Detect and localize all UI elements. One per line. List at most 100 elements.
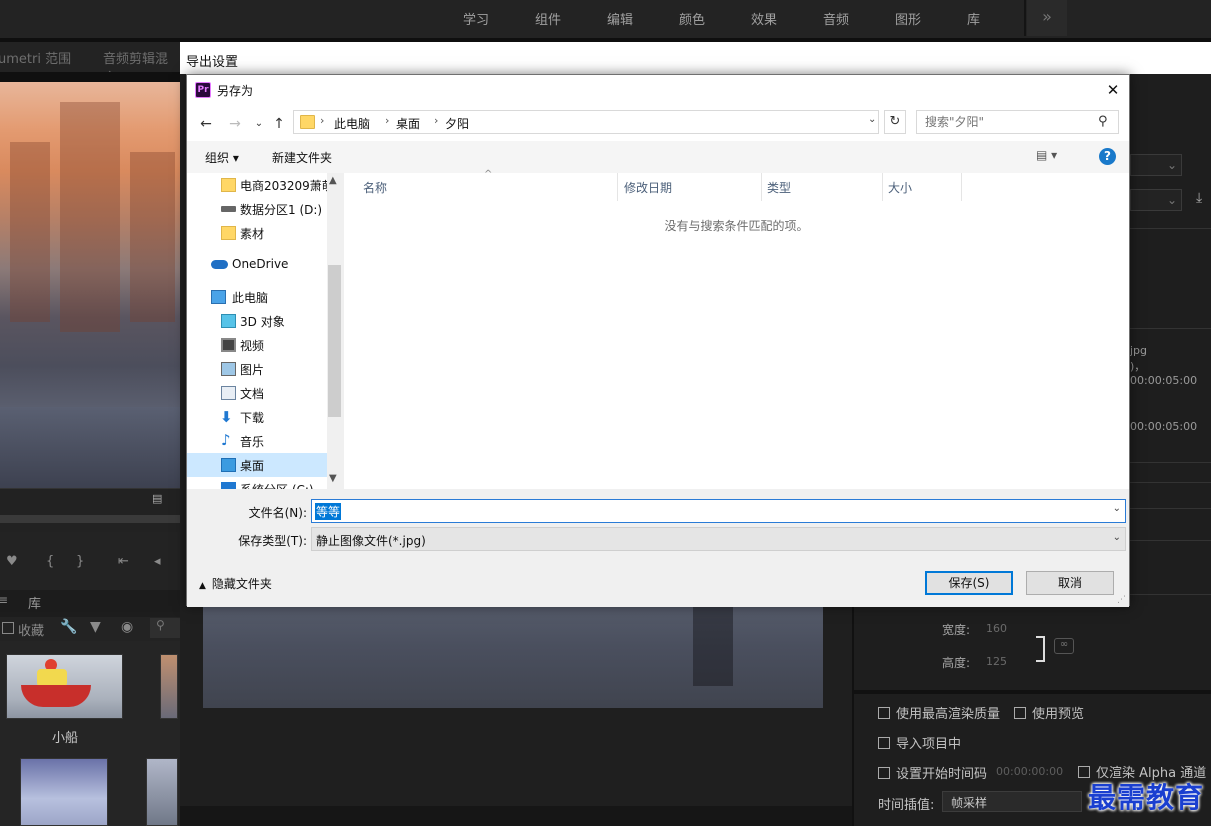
breadcrumb-sunset[interactable]: 夕阳 [445, 115, 469, 132]
resize-grip-icon[interactable]: ⋰ [1117, 595, 1126, 605]
workspace-tab-assembly[interactable]: 组件 [535, 9, 561, 28]
nav-item-desktop[interactable]: 桌面 [187, 453, 327, 477]
panel-tab-libraries[interactable]: 库 [28, 593, 41, 612]
checkbox[interactable] [878, 767, 890, 779]
nav-item-folder[interactable]: 素材 [187, 221, 327, 245]
nav-item-documents[interactable]: 文档 [187, 381, 327, 405]
max-quality-option[interactable]: 使用最高渲染质量 [878, 703, 1000, 722]
workspace-tab-color[interactable]: 颜色 [679, 9, 705, 28]
recent-locations-icon[interactable]: ⌄ [249, 114, 269, 134]
scrollbar-thumb[interactable] [328, 265, 341, 417]
folder-icon [221, 178, 236, 192]
back-icon[interactable]: ← [196, 114, 216, 134]
view-options-icon[interactable]: ▤ ▾ [1036, 148, 1057, 162]
save-button[interactable]: 保存(S) [925, 571, 1013, 595]
nav-item-folder[interactable]: 电商203209萧萌 [187, 173, 327, 197]
chevron-up-icon[interactable]: ▲ [329, 175, 337, 186]
workspace-tab-graphics[interactable]: 图形 [895, 9, 921, 28]
clip-thumbnail-boat[interactable] [6, 654, 123, 719]
mark-in-icon[interactable]: { [46, 554, 54, 569]
clip-thumbnail[interactable] [160, 654, 178, 719]
breadcrumb-desktop[interactable]: 桌面 [396, 115, 420, 132]
monitor-timeline-ruler[interactable]: ▤ [0, 488, 180, 532]
nav-item-downloads[interactable]: ⬇ 下载 [187, 405, 327, 429]
chevron-down-icon[interactable]: ▼ [329, 473, 337, 484]
nav-item-this-pc[interactable]: 此电脑 [187, 285, 327, 309]
more-workspaces-button[interactable]: » [1027, 0, 1067, 36]
preset-dropdown[interactable]: ⌄ [1130, 154, 1182, 176]
checkbox[interactable] [878, 707, 890, 719]
document-icon [221, 386, 236, 400]
nav-item-onedrive[interactable]: OneDrive [187, 253, 327, 277]
filename-value[interactable]: 等等 [315, 503, 342, 520]
column-header-name[interactable]: 名称 [363, 179, 387, 196]
search-input[interactable] [925, 112, 1095, 132]
search-box[interactable]: ⚲ [916, 110, 1119, 134]
column-header-size[interactable]: 大小 [888, 179, 912, 196]
settings-icon[interactable]: ▤ [152, 492, 162, 505]
up-folder-icon[interactable]: ↑ [269, 114, 289, 134]
format-dropdown[interactable]: ⌄ [1130, 189, 1182, 211]
checkbox[interactable] [878, 737, 890, 749]
new-folder-button[interactable]: 新建文件夹 [272, 149, 332, 166]
favorite-checkbox[interactable] [2, 622, 14, 634]
use-preview-option[interactable]: 使用预览 [1014, 703, 1084, 722]
clip-thumbnail[interactable] [146, 758, 178, 826]
breadcrumb-this-pc[interactable]: 此电脑 [334, 115, 370, 132]
workspace-tab-effects[interactable]: 效果 [751, 9, 777, 28]
cancel-button[interactable]: 取消 [1026, 571, 1114, 595]
search-icon[interactable]: ⚲ [1098, 114, 1112, 129]
marker-icon[interactable]: ♥ [6, 554, 18, 569]
chevron-down-icon[interactable]: ⌄ [1113, 532, 1121, 543]
go-to-in-icon[interactable]: ⇤ [118, 554, 129, 569]
start-timecode-value[interactable]: 00:00:00:00 [996, 765, 1063, 778]
column-header-type[interactable]: 类型 [767, 179, 791, 196]
time-interpolation-dropdown[interactable]: 帧采样 [942, 791, 1082, 812]
filetype-select[interactable]: 静止图像文件(*.jpg) ⌄ [311, 527, 1126, 551]
nav-item-3d-objects[interactable]: 3D 对象 [187, 309, 327, 333]
chevron-down-icon[interactable]: ⌄ [1113, 503, 1121, 514]
panel-tab-lumetri[interactable]: umetri 范围 [0, 48, 71, 67]
filename-input[interactable]: 等等 ⌄ [311, 499, 1126, 523]
help-icon[interactable]: ? [1099, 148, 1116, 165]
search-icon[interactable]: ⚲ [150, 618, 180, 638]
chevron-down-icon[interactable]: ⌄ [868, 114, 882, 130]
nav-item-drive-d[interactable]: 数据分区1 (D:) [187, 197, 327, 221]
wrench-icon[interactable]: 🔧 [60, 619, 77, 635]
nav-item-drive-c[interactable]: 系统分区 (C:) [187, 477, 327, 489]
nav-item-pictures[interactable]: 图片 [187, 357, 327, 381]
chevron-right-icon[interactable]: › [320, 114, 324, 127]
close-icon[interactable]: ✕ [1101, 78, 1125, 102]
workspace-tab-audio[interactable]: 音频 [823, 9, 849, 28]
clip-thumbnail[interactable] [20, 758, 108, 826]
chevron-right-icon[interactable]: › [434, 114, 438, 127]
width-value[interactable]: 160 [986, 622, 1007, 635]
workspace-tab-editing[interactable]: 编辑 [607, 9, 633, 28]
download-icon[interactable]: ⤓ [1196, 190, 1202, 206]
nav-item-music[interactable]: ♪ 音乐 [187, 429, 327, 453]
column-header-date[interactable]: 修改日期 [624, 179, 672, 196]
navigation-scrollbar[interactable]: ▲ ▼ [327, 173, 342, 489]
workspace-tab-libraries[interactable]: 库 [967, 9, 980, 28]
mark-out-icon[interactable]: } [76, 554, 84, 569]
checkbox[interactable] [1014, 707, 1026, 719]
height-value[interactable]: 125 [986, 655, 1007, 668]
workspace-tab-learn[interactable]: 学习 [463, 9, 489, 28]
forward-icon[interactable]: → [225, 114, 245, 134]
chevron-up-icon: ▲ [199, 581, 206, 591]
step-back-icon[interactable]: ◂ [154, 554, 161, 569]
eye-icon[interactable]: ◉ [121, 619, 133, 635]
menu-icon[interactable]: ≡ [0, 593, 8, 607]
start-timecode-option[interactable]: 设置开始时间码 [878, 763, 987, 782]
filter-icon[interactable]: ▼ [90, 619, 101, 635]
export-timeline-bar[interactable] [180, 806, 852, 826]
chevron-right-icon[interactable]: › [385, 114, 389, 127]
picture-icon [221, 362, 236, 376]
refresh-icon[interactable]: ↻ [884, 110, 906, 134]
address-bar[interactable]: › 此电脑 › 桌面 › 夕阳 ⌄ [293, 110, 879, 134]
nav-item-videos[interactable]: 视频 [187, 333, 327, 357]
import-project-option[interactable]: 导入项目中 [878, 733, 961, 752]
link-icon[interactable]: ∞ [1054, 638, 1074, 654]
organize-button[interactable]: 组织 ▾ [205, 149, 239, 166]
hide-folders-button[interactable]: ▲ 隐藏文件夹 [199, 575, 272, 592]
